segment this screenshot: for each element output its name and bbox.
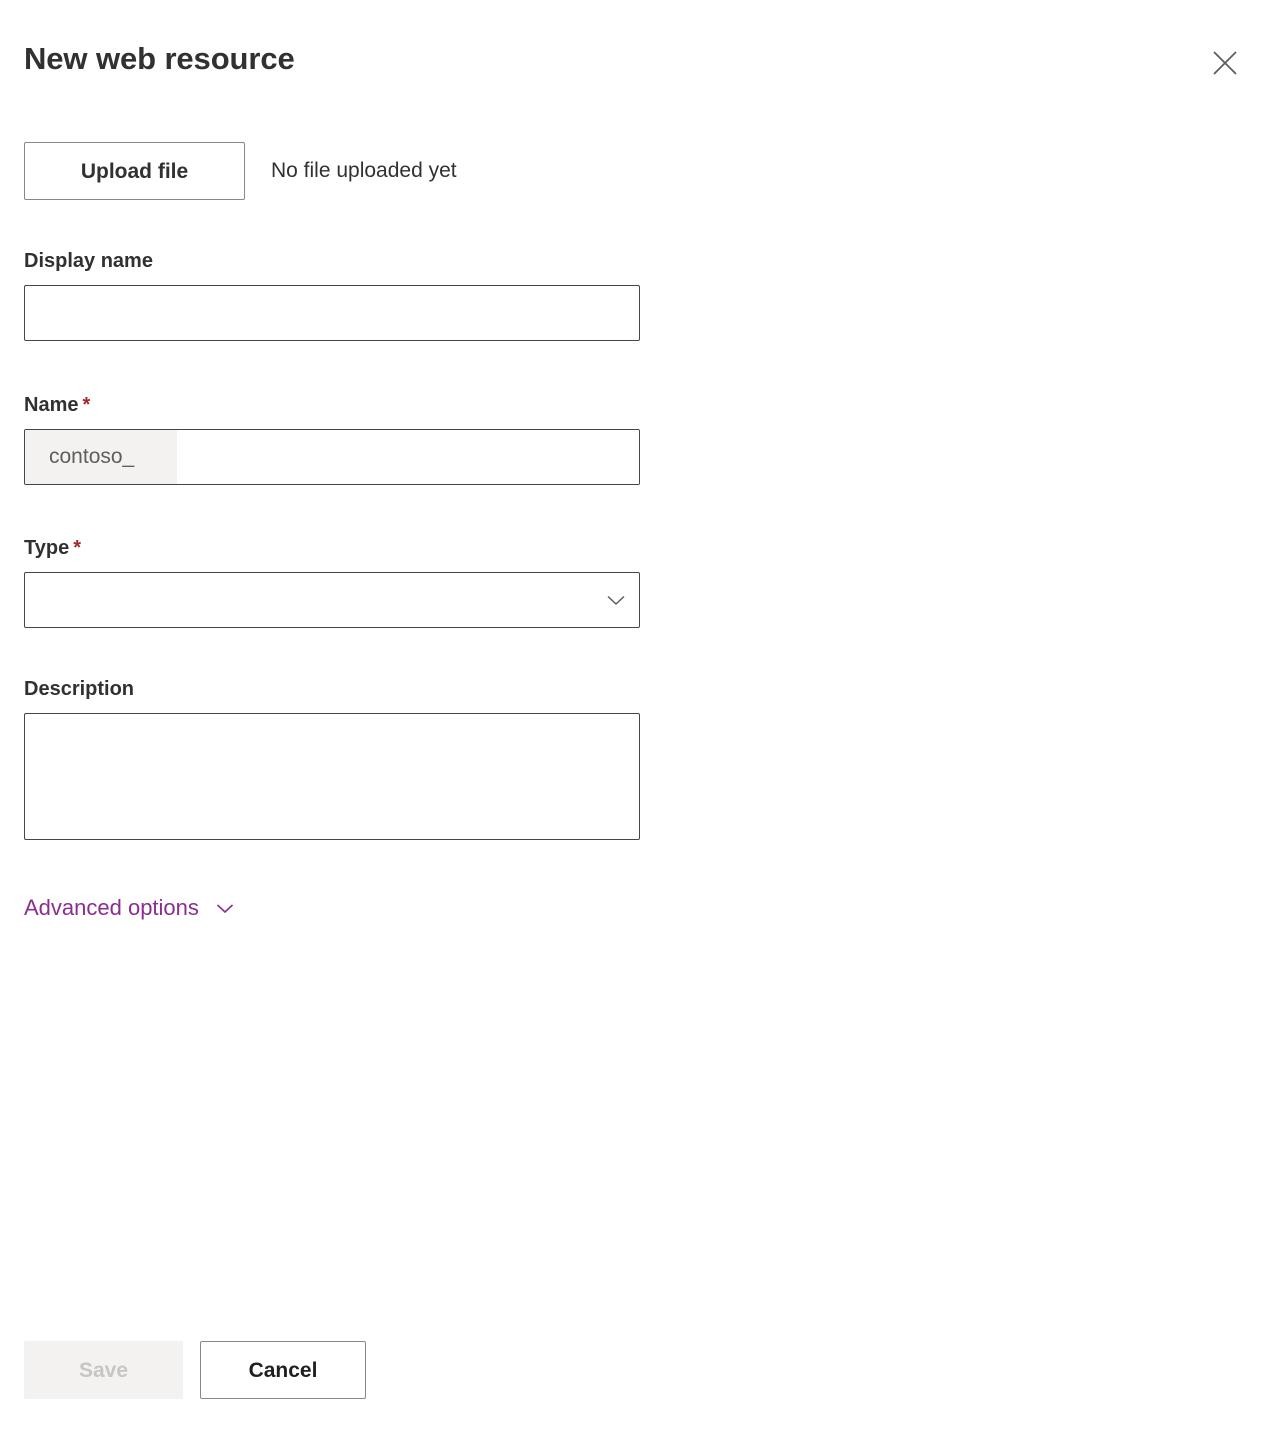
upload-row: Upload file No file uploaded yet [24, 142, 457, 200]
cancel-button[interactable]: Cancel [200, 1341, 366, 1399]
name-input[interactable] [177, 430, 639, 484]
panel-header: New web resource [0, 0, 1270, 120]
advanced-options-toggle[interactable]: Advanced options [24, 894, 237, 922]
page-title: New web resource [24, 41, 295, 76]
field-name: Name * contoso_ [24, 392, 640, 485]
display-name-label: Display name [24, 250, 153, 272]
field-display-name: Display name [24, 248, 640, 341]
upload-file-button[interactable]: Upload file [24, 142, 245, 200]
name-input-group: contoso_ [24, 429, 640, 485]
field-type: Type * [24, 535, 640, 628]
panel-footer: Save Cancel [24, 1341, 366, 1399]
form-area: Display name Name * contoso_ Type * Desc… [24, 248, 640, 922]
upload-status-text: No file uploaded yet [271, 159, 457, 182]
close-icon [1210, 48, 1240, 78]
type-required-asterisk: * [73, 537, 81, 559]
name-prefix-label: contoso_ [25, 430, 177, 484]
name-label-text: Name [24, 394, 79, 416]
chevron-down-icon [213, 896, 237, 920]
field-description: Description [24, 676, 640, 845]
description-label: Description [24, 678, 135, 700]
name-required-asterisk: * [82, 394, 91, 416]
type-label: Type * [24, 535, 640, 561]
type-label-text: Type [24, 537, 70, 559]
chevron-down-icon [593, 587, 639, 613]
close-button[interactable] [1202, 40, 1248, 86]
save-button[interactable]: Save [24, 1341, 183, 1399]
type-dropdown[interactable] [24, 572, 640, 628]
name-label: Name * [24, 392, 640, 418]
advanced-options-label: Advanced options [24, 895, 199, 920]
description-textarea[interactable] [24, 713, 640, 840]
new-web-resource-panel: New web resource Upload file No file upl… [0, 0, 1270, 1430]
display-name-input[interactable] [24, 285, 640, 341]
